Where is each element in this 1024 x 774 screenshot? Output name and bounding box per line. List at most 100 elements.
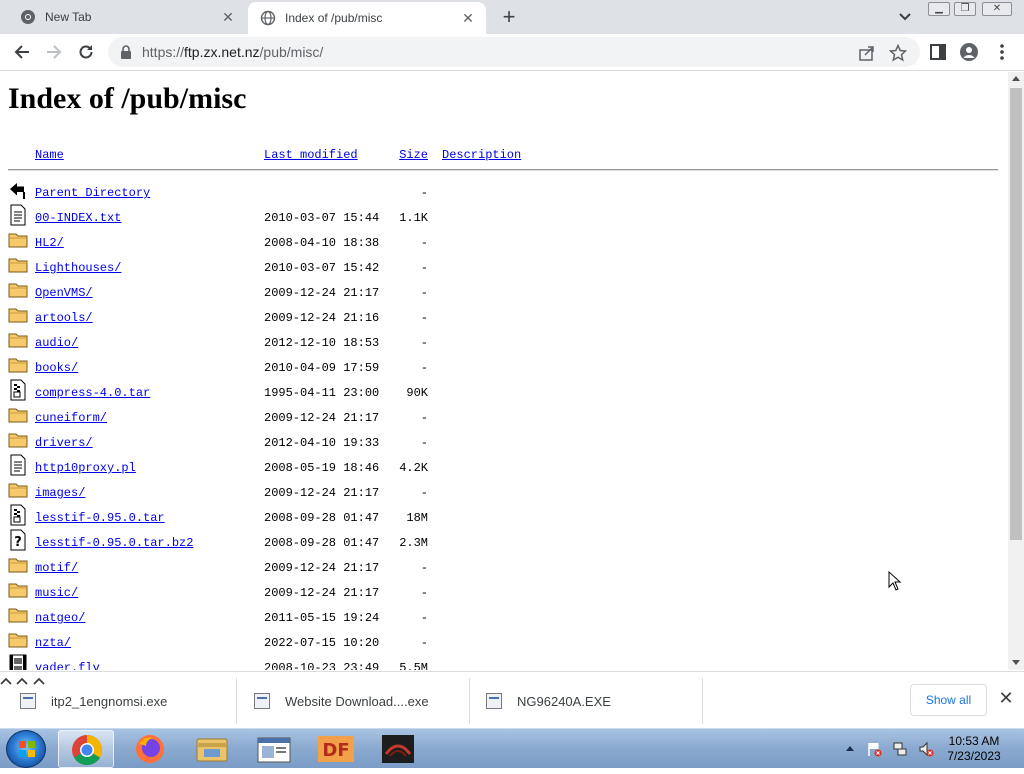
file-link[interactable]: music/	[35, 586, 78, 600]
lock-icon[interactable]	[120, 45, 132, 59]
file-link[interactable]: Parent Directory	[35, 186, 150, 200]
download-item[interactable]: Website Download....exe	[254, 680, 429, 722]
action-center-flag-icon[interactable]	[866, 741, 882, 757]
close-window-button[interactable]: ✕	[982, 2, 1012, 16]
svg-text:DF: DF	[322, 740, 349, 761]
taskbar-explorer-button[interactable]	[184, 730, 240, 768]
reload-button[interactable]	[74, 40, 98, 64]
file-link[interactable]: books/	[35, 361, 78, 375]
share-icon[interactable]	[858, 44, 876, 62]
more-menu-icon[interactable]	[994, 42, 1014, 62]
file-link[interactable]: natgeo/	[35, 611, 85, 625]
file-link[interactable]: images/	[35, 486, 85, 500]
download-item[interactable]: itp2_1engnomsi.exe	[20, 680, 191, 722]
folder-icon[interactable]	[8, 404, 28, 426]
back-icon[interactable]	[8, 179, 28, 201]
address-bar[interactable]: https://ftp.zx.net.nz/pub/misc/	[108, 37, 920, 67]
file-link[interactable]: compress-4.0.tar	[35, 386, 150, 400]
tab-index-pub-misc[interactable]: Index of /pub/misc ✕	[248, 2, 486, 34]
last-modified: 2008-09-28 01:47	[264, 511, 380, 525]
scrollbar-thumb[interactable]	[1010, 88, 1022, 540]
file-link[interactable]: drivers/	[35, 436, 93, 450]
file-link[interactable]: Lighthouses/	[35, 261, 121, 275]
scroll-up-arrow-icon[interactable]	[1012, 76, 1020, 81]
close-tab-icon[interactable]: ✕	[460, 10, 476, 26]
tab-new-tab[interactable]: New Tab ✕	[8, 0, 246, 34]
start-button[interactable]	[6, 730, 46, 768]
taskbar-chrome-button[interactable]	[58, 730, 114, 768]
sort-by-description-link[interactable]: Description	[442, 148, 521, 162]
file-link[interactable]: audio/	[35, 336, 78, 350]
file-link[interactable]: lesstif-0.95.0.tar.bz2	[35, 536, 193, 550]
folder-icon[interactable]	[8, 354, 28, 376]
movie-file-icon[interactable]	[8, 654, 28, 670]
chevron-up-icon[interactable]	[0, 672, 16, 689]
show-hidden-icons-arrow-icon[interactable]	[846, 746, 854, 751]
sort-by-modified-link[interactable]: Last modified	[264, 148, 358, 162]
sort-by-name-link[interactable]: Name	[35, 148, 64, 162]
file-link[interactable]: HL2/	[35, 236, 64, 250]
file-link[interactable]: vader.flv	[35, 661, 100, 670]
show-all-downloads-button[interactable]: Show all	[910, 684, 987, 716]
side-panel-icon[interactable]	[928, 42, 948, 62]
file-link[interactable]: motif/	[35, 561, 78, 575]
download-separator	[702, 678, 703, 724]
folder-icon[interactable]	[8, 279, 28, 301]
chrome-favicon-icon	[20, 9, 36, 25]
maximize-button[interactable]: ❐	[954, 2, 976, 16]
url-path: /pub/misc/	[259, 44, 324, 60]
listing-row: OpenVMS/2009-12-24 21:17 -	[8, 279, 1000, 304]
download-item[interactable]: NG96240A.EXE	[486, 680, 657, 722]
forward-button[interactable]	[42, 40, 66, 64]
network-icon[interactable]	[892, 741, 908, 757]
file-link[interactable]: http10proxy.pl	[35, 461, 136, 475]
folder-icon[interactable]	[8, 479, 28, 501]
taskbar-window-app-button[interactable]	[246, 730, 302, 768]
archive-file-icon[interactable]	[8, 379, 28, 401]
folder-icon[interactable]	[8, 254, 28, 276]
folder-icon[interactable]	[8, 554, 28, 576]
system-clock[interactable]: 10:53 AM 7/23/2023	[944, 734, 1004, 764]
bookmark-star-icon[interactable]	[888, 43, 908, 62]
vertical-scrollbar[interactable]	[1008, 72, 1024, 670]
folder-icon[interactable]	[8, 604, 28, 626]
file-link[interactable]: artools/	[35, 311, 93, 325]
tab-search-chevron-icon[interactable]	[896, 9, 914, 25]
file-link[interactable]: 00-INDEX.txt	[35, 211, 121, 225]
file-link[interactable]: nzta/	[35, 636, 71, 650]
folder-icon[interactable]	[8, 629, 28, 651]
text-file-icon[interactable]	[8, 204, 28, 226]
exe-file-icon	[254, 693, 270, 709]
download-separator	[236, 678, 237, 724]
close-tab-icon[interactable]: ✕	[220, 9, 236, 25]
firefox-icon	[136, 735, 164, 763]
taskbar-dark-app-button[interactable]	[370, 730, 426, 768]
folder-icon[interactable]	[8, 429, 28, 451]
sort-by-size-link[interactable]: Size	[386, 148, 428, 162]
file-link[interactable]: OpenVMS/	[35, 286, 93, 300]
listing-row: compress-4.0.tar 1995-04-11 23:00 90K	[8, 379, 1000, 404]
folder-icon[interactable]	[8, 229, 28, 251]
file-link[interactable]: cuneiform/	[35, 411, 107, 425]
taskbar-firefox-button[interactable]	[122, 730, 178, 768]
unknown-file-icon[interactable]: ?	[8, 529, 28, 551]
close-download-bar-icon[interactable]: ✕	[998, 689, 1014, 707]
scroll-down-arrow-icon[interactable]	[1012, 660, 1020, 665]
text-file-icon[interactable]	[8, 454, 28, 476]
minimize-button[interactable]: ▁	[928, 2, 950, 16]
archive-file-icon[interactable]	[8, 504, 28, 526]
folder-icon[interactable]	[8, 329, 28, 351]
folder-icon[interactable]	[8, 304, 28, 326]
listing-row: books/2010-04-09 17:59 -	[8, 354, 1000, 379]
new-tab-button[interactable]: +	[498, 6, 520, 28]
back-button[interactable]	[10, 40, 34, 64]
last-modified: 2010-03-07 15:44	[264, 211, 380, 225]
taskbar-df-button[interactable]: DF	[308, 730, 364, 768]
folder-icon[interactable]	[8, 579, 28, 601]
url-text[interactable]: https://ftp.zx.net.nz/pub/misc/	[142, 44, 323, 60]
volume-muted-icon[interactable]	[918, 741, 934, 757]
file-link[interactable]: lesstif-0.95.0.tar	[35, 511, 165, 525]
profile-avatar-icon[interactable]	[959, 42, 979, 62]
download-bar: itp2_1engnomsi.exe Website Download....e…	[0, 671, 1024, 728]
browser-toolbar: https://ftp.zx.net.nz/pub/misc/	[0, 34, 1024, 71]
